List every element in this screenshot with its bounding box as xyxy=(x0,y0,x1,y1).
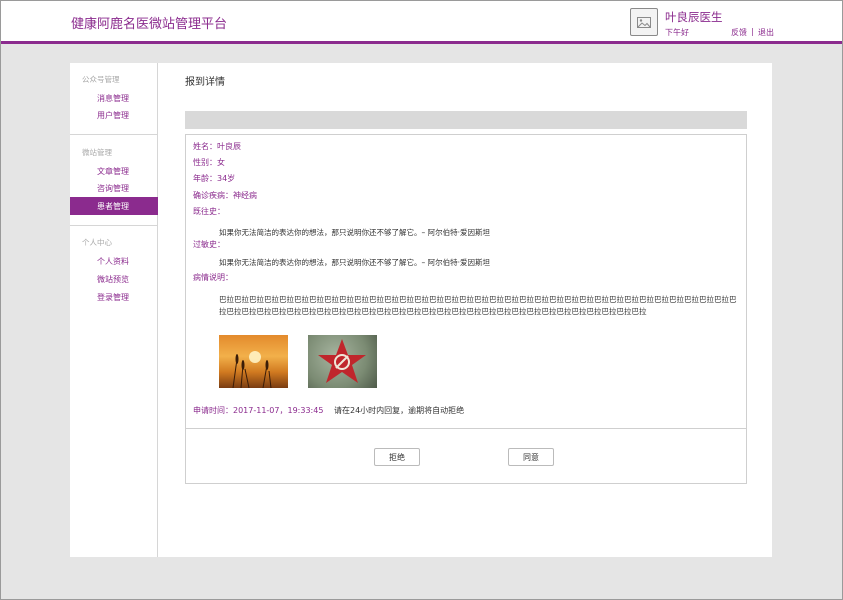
reply-notice: 请在24小时内回复，逾期将自动拒绝 xyxy=(334,406,465,415)
history-label: 既往史： xyxy=(193,207,225,216)
patient-name: 姓名：叶良辰 xyxy=(193,142,241,151)
header-separator: | xyxy=(751,27,754,36)
sidebar-item-consultations[interactable]: 咨询管理 xyxy=(97,183,129,194)
allergy-text: 如果你无法简洁的表达你的想法，那只说明你还不够了解它。– 阿尔伯特·爱因斯坦 xyxy=(219,258,491,267)
condition-text: 巴拉巴拉巴拉巴拉巴拉巴拉巴拉巴拉巴拉巴拉巴拉巴拉巴拉巴拉巴拉巴拉巴拉巴拉巴拉巴拉… xyxy=(219,295,737,316)
sidebar-item-users[interactable]: 用户管理 xyxy=(97,110,129,121)
image-placeholder-icon[interactable] xyxy=(630,8,658,36)
patient-gender: 性别：女 xyxy=(193,158,225,167)
wheat-sunset-photo[interactable] xyxy=(219,335,288,388)
user-name: 叶良辰医生 xyxy=(665,10,723,24)
sidebar-item-preview[interactable]: 微站预览 xyxy=(97,274,129,285)
page-title: 报到详情 xyxy=(185,77,225,88)
logout-link[interactable]: 退出 xyxy=(758,27,774,38)
patient-age: 年龄：34岁 xyxy=(193,174,236,183)
actions-divider xyxy=(186,428,746,429)
top-bar: 健康阿鹿名医微站管理平台 叶良辰医生 下午好 反馈 | 退出 xyxy=(1,1,842,41)
reject-button[interactable]: 拒绝 xyxy=(374,448,420,466)
brand-title: 健康阿鹿名医微站管理平台 xyxy=(71,17,228,32)
sidebar-divider xyxy=(70,225,158,226)
top-bar-accent-line xyxy=(1,41,842,44)
section-header-bar xyxy=(185,111,747,129)
feedback-link[interactable]: 反馈 xyxy=(731,27,747,38)
report-detail-card: 姓名：叶良辰 性别：女 年龄：34岁 确诊疾病：神经病 既往史： 如果你无法简洁… xyxy=(185,134,747,484)
patient-diagnosis: 确诊疾病：神经病 xyxy=(193,191,257,200)
sidebar-item-messages[interactable]: 消息管理 xyxy=(97,93,129,104)
sidebar-item-label: 患者管理 xyxy=(97,202,129,211)
history-text: 如果你无法简洁的表达你的想法，那只说明你还不够了解它。– 阿尔伯特·爱因斯坦 xyxy=(219,228,491,237)
sidebar-item-login[interactable]: 登录管理 xyxy=(97,292,129,303)
allergy-label: 过敏史： xyxy=(193,240,225,249)
accept-button[interactable]: 同意 xyxy=(508,448,554,466)
sidebar-group-personal: 个人中心 xyxy=(82,238,112,247)
sidebar-divider xyxy=(70,134,158,135)
main-panel: 公众号管理 消息管理 用户管理 微站管理 文章管理 咨询管理 患者管理 个人中心… xyxy=(70,63,772,557)
greeting: 下午好 xyxy=(665,28,689,37)
apply-time: 申请时间：2017-11-07，19:33:45 xyxy=(193,406,324,415)
sidebar-group-official-account: 公众号管理 xyxy=(82,75,120,84)
sidebar-item-articles[interactable]: 文章管理 xyxy=(97,166,129,177)
red-star-emblem-photo[interactable] xyxy=(308,335,377,388)
sidebar-group-microsite: 微站管理 xyxy=(82,148,112,157)
sidebar-item-profile[interactable]: 个人资料 xyxy=(97,256,129,267)
condition-label: 病情说明： xyxy=(193,273,233,282)
sidebar: 公众号管理 消息管理 用户管理 微站管理 文章管理 咨询管理 患者管理 个人中心… xyxy=(70,63,158,557)
sidebar-item-patients[interactable]: 患者管理 xyxy=(70,197,158,215)
